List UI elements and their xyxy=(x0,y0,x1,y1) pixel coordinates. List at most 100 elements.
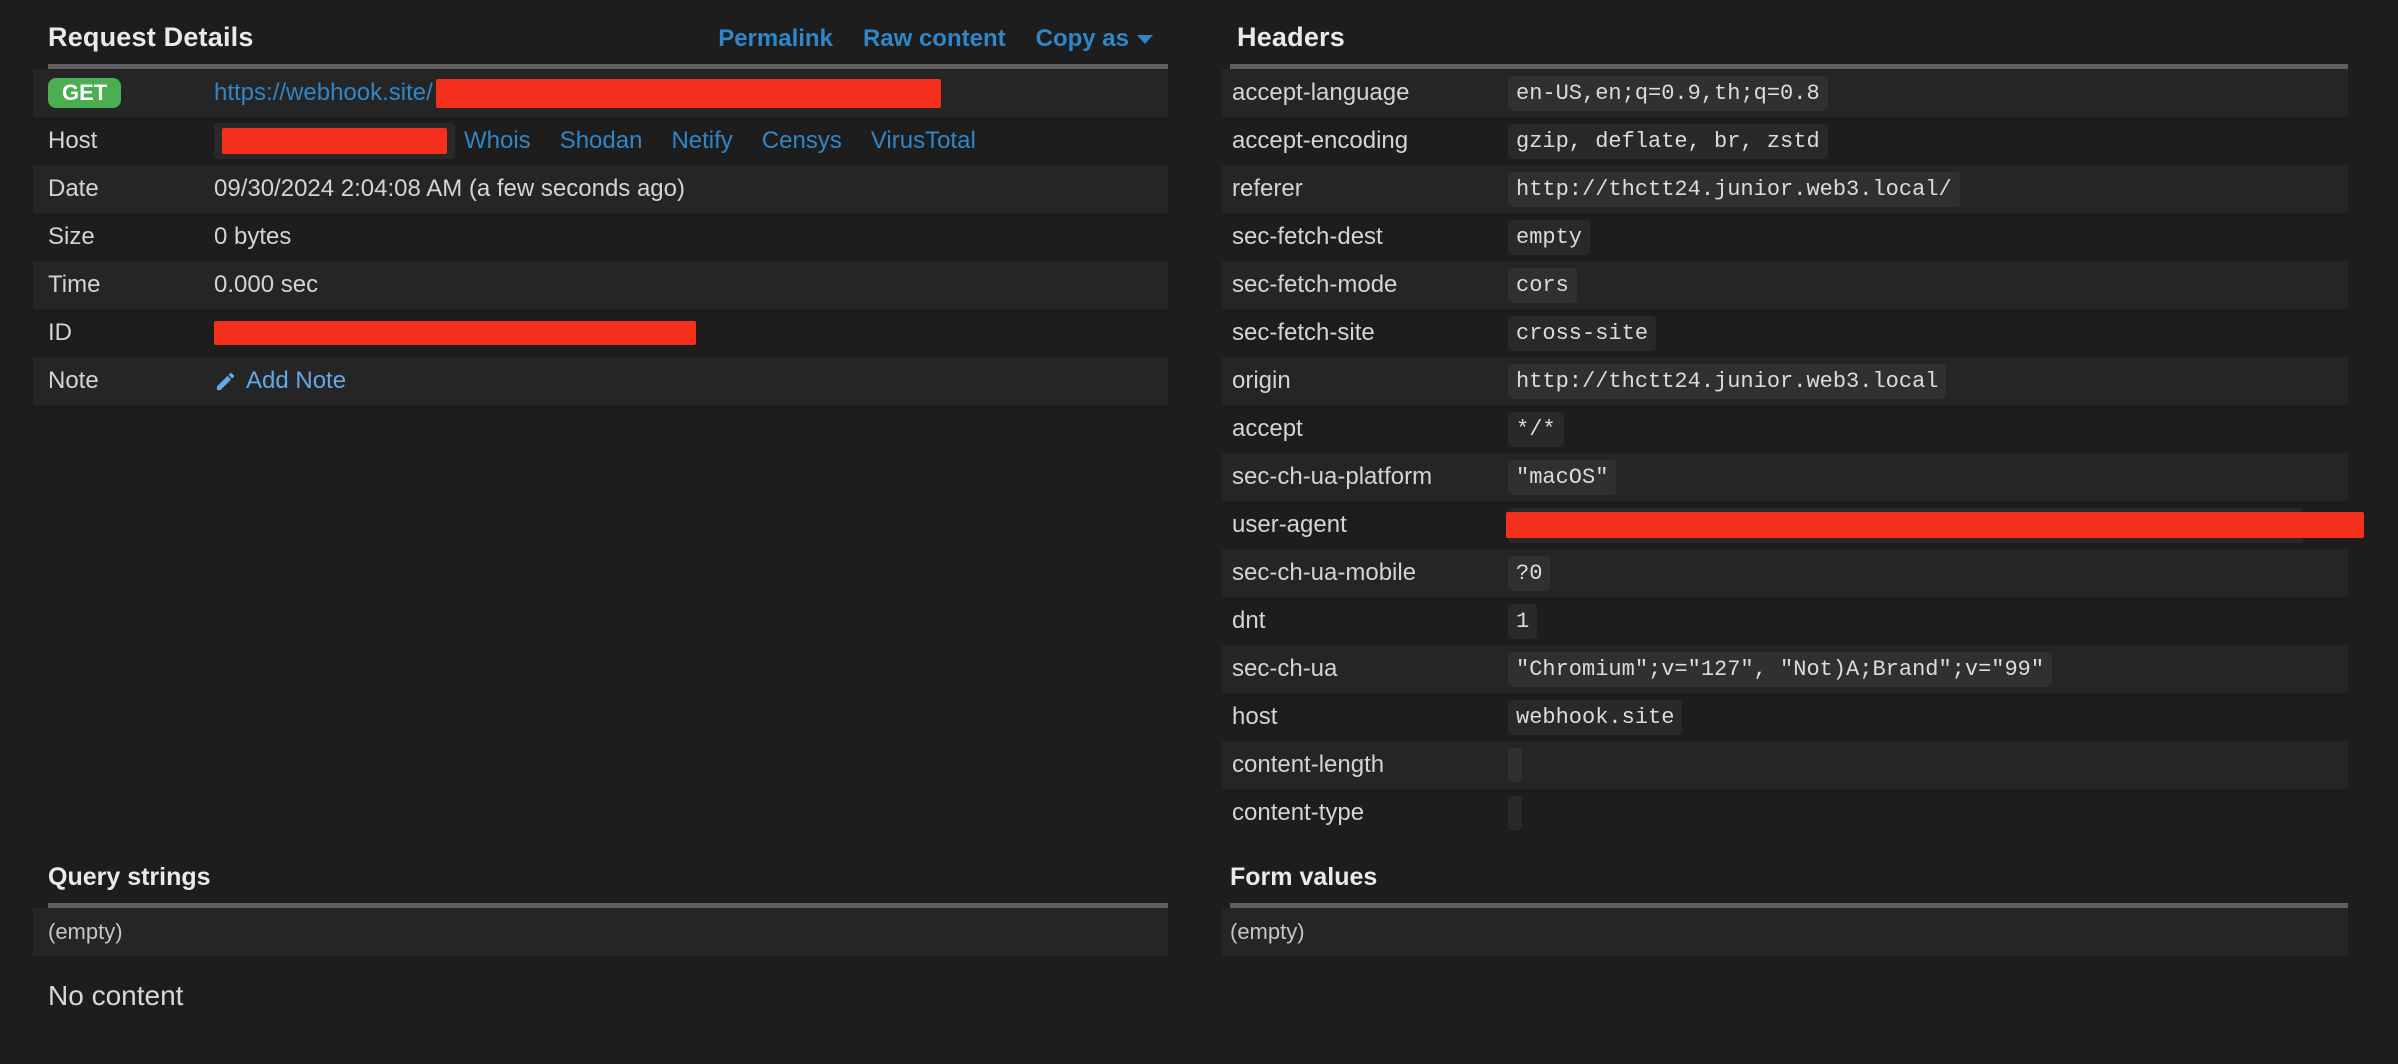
url-cell: https://webhook.site/ xyxy=(214,79,1168,108)
time-value: 0.000 sec xyxy=(214,271,1168,299)
header-value: gzip, deflate, br, zstd xyxy=(1508,124,1828,159)
header-row: sec-ch-ua-platform"macOS" xyxy=(1222,453,2348,501)
date-value: 09/30/2024 2:04:08 AM (a few seconds ago… xyxy=(214,175,1168,203)
redaction-bar xyxy=(214,321,696,345)
host-link-virustotal[interactable]: VirusTotal xyxy=(871,127,976,155)
redaction-bar xyxy=(222,128,447,154)
header-actions: Permalink Raw content Copy as xyxy=(718,25,1153,53)
chevron-down-icon xyxy=(1137,35,1153,44)
header-value-cell: http://thctt24.junior.web3.local xyxy=(1508,364,2348,399)
permalink-link[interactable]: Permalink xyxy=(718,25,833,53)
method-badge: GET xyxy=(48,78,121,108)
header-value: "macOS" xyxy=(1508,460,1616,495)
request-url-link[interactable]: https://webhook.site/ xyxy=(214,79,433,107)
id-row: ID xyxy=(33,309,1168,357)
header-row: sec-ch-ua-mobile?0 xyxy=(1222,549,2348,597)
header-value: */* xyxy=(1508,412,1564,447)
header-key: accept-encoding xyxy=(1232,127,1508,155)
header-value-cell: ?0 xyxy=(1508,556,2348,591)
header-value xyxy=(1508,748,1522,782)
header-row: content-type xyxy=(1222,789,2348,837)
size-value: 0 bytes xyxy=(214,223,1168,251)
header-value: ?0 xyxy=(1508,556,1550,591)
host-cell: Whois Shodan Netify Censys VirusTotal xyxy=(214,123,1168,159)
header-row: refererhttp://thctt24.junior.web3.local/ xyxy=(1222,165,2348,213)
header-value-cell: empty xyxy=(1508,220,2348,255)
header-key: sec-fetch-site xyxy=(1232,319,1508,347)
header-value: Mozilla/5.0 (Macintosh; Intel Mac OS X 1… xyxy=(1508,508,2303,543)
add-note-label: Add Note xyxy=(246,367,346,395)
header-value-cell: cors xyxy=(1508,268,2348,303)
time-row: Time 0.000 sec xyxy=(33,261,1168,309)
headers-title: Headers xyxy=(1237,22,1345,53)
redaction-bar xyxy=(436,79,941,108)
method-cell: GET xyxy=(48,78,214,108)
header-row: originhttp://thctt24.junior.web3.local xyxy=(1222,357,2348,405)
host-value xyxy=(214,123,455,159)
pencil-icon xyxy=(214,370,237,393)
size-row: Size 0 bytes xyxy=(33,213,1168,261)
form-values-empty: (empty) xyxy=(1222,908,2348,956)
page-title: Request Details xyxy=(48,22,254,53)
header-value: http://thctt24.junior.web3.local xyxy=(1508,364,1946,399)
host-link-netify[interactable]: Netify xyxy=(671,127,732,155)
host-link-whois[interactable]: Whois xyxy=(464,127,531,155)
header-row: sec-ch-ua"Chromium";v="127", "Not)A;Bran… xyxy=(1222,645,2348,693)
header-value: 1 xyxy=(1508,604,1537,639)
note-label: Note xyxy=(48,367,214,395)
header-value-cell: webhook.site xyxy=(1508,700,2348,735)
id-label: ID xyxy=(48,319,214,347)
host-link-censys[interactable]: Censys xyxy=(762,127,842,155)
header-key: user-agent xyxy=(1232,511,1508,539)
header-value-cell: "macOS" xyxy=(1508,460,2348,495)
header-value-cell: en-US,en;q=0.9,th;q=0.8 xyxy=(1508,76,2348,111)
add-note-button[interactable]: Add Note xyxy=(214,367,346,395)
form-values-title: Form values xyxy=(1222,863,2348,892)
raw-content-link[interactable]: Raw content xyxy=(863,25,1006,53)
header-key: sec-ch-ua xyxy=(1232,655,1508,683)
header-value xyxy=(1508,796,1522,830)
header-value: cors xyxy=(1508,268,1577,303)
header-key: sec-ch-ua-platform xyxy=(1232,463,1508,491)
header-value: cross-site xyxy=(1508,316,1656,351)
header-value: en-US,en;q=0.9,th;q=0.8 xyxy=(1508,76,1828,111)
query-strings-section: Query strings (empty) xyxy=(33,863,1168,956)
url-row: GET https://webhook.site/ xyxy=(33,69,1168,117)
request-page: Request Details Permalink Raw content Co… xyxy=(0,0,2398,1012)
header-row: accept*/* xyxy=(1222,405,2348,453)
id-value xyxy=(214,321,1168,345)
note-cell: Add Note xyxy=(214,367,1168,395)
header-row: content-length xyxy=(1222,741,2348,789)
header-value: "Chromium";v="127", "Not)A;Brand";v="99" xyxy=(1508,652,2052,687)
header-row: sec-fetch-modecors xyxy=(1222,261,2348,309)
header-value: webhook.site xyxy=(1508,700,1682,735)
header-value-cell: cross-site xyxy=(1508,316,2348,351)
headers-panel: Headers accept-languageen-US,en;q=0.9,th… xyxy=(1222,0,2348,1012)
host-link-shodan[interactable]: Shodan xyxy=(560,127,643,155)
header-value-cell: http://thctt24.junior.web3.local/ xyxy=(1508,172,2348,207)
redaction-bar xyxy=(1506,512,2364,538)
header-value-cell: Mozilla/5.0 (Macintosh; Intel Mac OS X 1… xyxy=(1508,508,2348,543)
header-value-cell: gzip, deflate, br, zstd xyxy=(1508,124,2348,159)
header-key: content-length xyxy=(1232,751,1508,779)
host-row: Host Whois Shodan Netify Censys VirusTotal xyxy=(33,117,1168,165)
request-details-table: GET https://webhook.site/ Host Whois Shod… xyxy=(33,69,1168,405)
header-key: origin xyxy=(1232,367,1508,395)
form-values-section: Form values (empty) xyxy=(1222,863,2348,956)
header-key: host xyxy=(1232,703,1508,731)
header-row: dnt1 xyxy=(1222,597,2348,645)
copy-as-dropdown[interactable]: Copy as xyxy=(1036,25,1153,53)
header-value-cell xyxy=(1508,796,2348,830)
host-label: Host xyxy=(48,127,214,155)
headers-table: accept-languageen-US,en;q=0.9,th;q=0.8ac… xyxy=(1222,69,2348,837)
header-key: referer xyxy=(1232,175,1508,203)
header-key: dnt xyxy=(1232,607,1508,635)
query-strings-empty: (empty) xyxy=(33,908,1168,956)
header-key: sec-ch-ua-mobile xyxy=(1232,559,1508,587)
header-value-cell xyxy=(1508,748,2348,782)
header-value-cell: "Chromium";v="127", "Not)A;Brand";v="99" xyxy=(1508,652,2348,687)
header-row: accept-encodinggzip, deflate, br, zstd xyxy=(1222,117,2348,165)
date-label: Date xyxy=(48,175,214,203)
request-details-header: Request Details Permalink Raw content Co… xyxy=(33,0,1168,64)
header-row: sec-fetch-sitecross-site xyxy=(1222,309,2348,357)
